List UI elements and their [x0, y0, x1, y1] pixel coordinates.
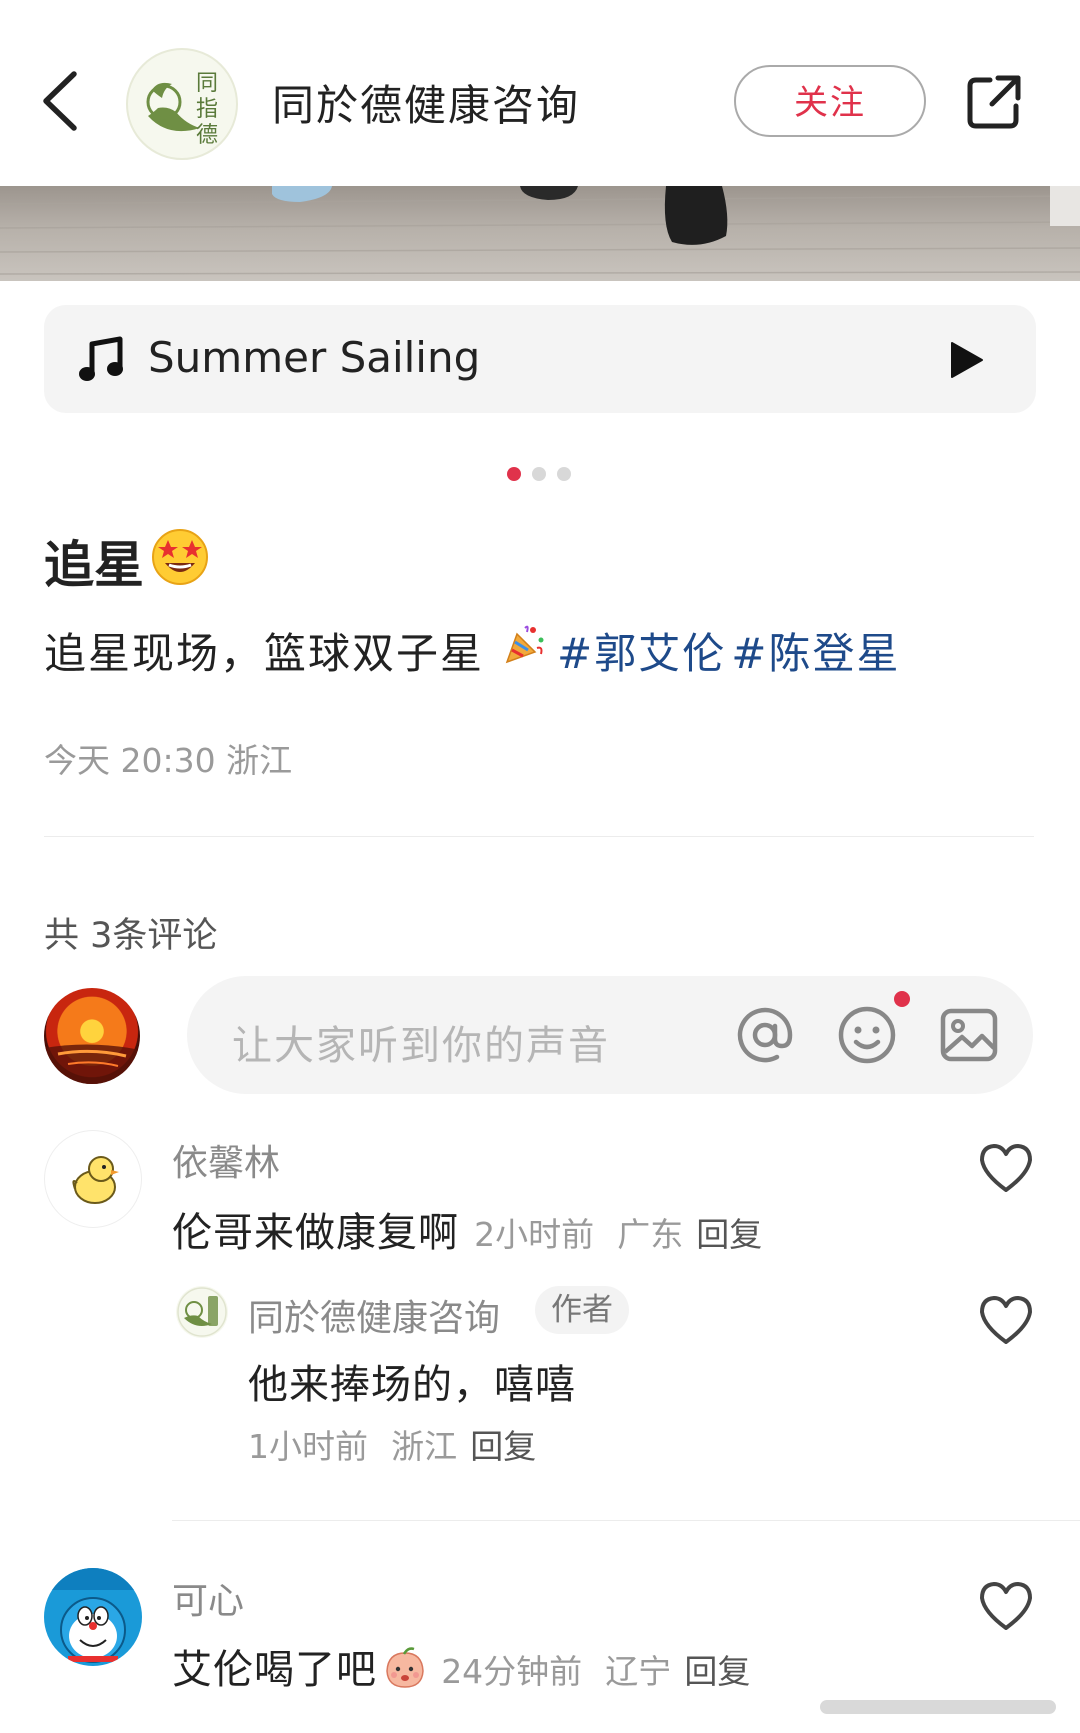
- divider: [44, 836, 1034, 837]
- account-name[interactable]: 同於德健康咨询: [272, 72, 580, 133]
- home-indicator: [820, 1700, 1056, 1714]
- svg-text:指: 指: [196, 97, 218, 122]
- peach-face-emoji-icon: [382, 1645, 428, 1691]
- reply-meta: 1小时前 浙江 回复: [248, 1420, 536, 1468]
- logo-emblem: 同 指 德: [132, 54, 232, 154]
- post-meta: 今天 20:30 浙江: [44, 741, 293, 780]
- reply-button[interactable]: 回复: [470, 1427, 536, 1466]
- like-button[interactable]: [978, 1142, 1034, 1194]
- image-button[interactable]: [938, 1004, 1000, 1066]
- chevron-left-icon: [43, 71, 77, 131]
- author-badge: 作者: [535, 1286, 629, 1334]
- hashtag-guo-ailun[interactable]: #郭艾伦: [557, 629, 726, 678]
- reply-button[interactable]: 回复: [696, 1215, 762, 1254]
- carousel-dot-1[interactable]: [507, 467, 521, 481]
- post-title: 追星: [44, 536, 144, 594]
- comment-time: 24分钟前: [441, 1652, 583, 1691]
- emoji-button[interactable]: [836, 1004, 898, 1066]
- hashtag-list: #郭艾伦 #陈登星: [557, 620, 901, 681]
- reply-avatar[interactable]: [176, 1286, 228, 1338]
- music-title: Summer Sailing: [148, 333, 481, 382]
- comment-text: 伦哥来做康复啊: [172, 1210, 459, 1256]
- notification-dot: [894, 991, 910, 1007]
- account-logo-avatar[interactable]: 同 指 德: [126, 48, 238, 160]
- svg-text:德: 德: [196, 123, 218, 148]
- chick-avatar-image: [72, 1156, 119, 1204]
- comment-location: 广东: [617, 1215, 684, 1254]
- image-icon: [940, 1008, 998, 1062]
- comment-location: 辽宁: [605, 1652, 672, 1691]
- carousel-dot-3[interactable]: [557, 467, 571, 481]
- heart-icon: [980, 1582, 1032, 1630]
- post-image[interactable]: [0, 186, 1080, 281]
- cat-robot-avatar-image: [44, 1568, 142, 1663]
- carousel-dot-2[interactable]: [532, 467, 546, 481]
- smiley-icon: [838, 1006, 896, 1064]
- logo-lettering: 同: [196, 71, 218, 96]
- play-button[interactable]: [948, 340, 986, 380]
- account-logo-small: [177, 1287, 227, 1337]
- comment-count: 共 3条评论: [44, 916, 218, 956]
- post-body-text: 追星现场，篮球双子星: [44, 629, 485, 678]
- reply-time: 1小时前: [248, 1427, 368, 1466]
- comment-username[interactable]: 可心: [172, 1572, 244, 1624]
- hashtag-chen-dengxing[interactable]: #陈登星: [731, 629, 900, 678]
- divider: [172, 1520, 1080, 1521]
- comment-text: 艾伦喝了吧: [172, 1647, 377, 1693]
- like-button[interactable]: [978, 1580, 1034, 1632]
- sunset-avatar-image: [44, 1044, 140, 1084]
- back-button[interactable]: [36, 66, 86, 136]
- comment-body: 艾伦喝了吧 24分钟前 辽宁 回复: [172, 1637, 750, 1695]
- reply-location: 浙江: [391, 1427, 458, 1466]
- reply-text: 他来捧场的，嘻嘻: [248, 1362, 576, 1408]
- share-external-icon: [967, 75, 1021, 129]
- follow-button[interactable]: 关注: [734, 65, 926, 137]
- heart-icon: [980, 1296, 1032, 1344]
- share-button[interactable]: [962, 72, 1024, 134]
- play-icon: [951, 342, 983, 378]
- comment-body: 伦哥来做康复啊 2小时前 广东 回复: [172, 1200, 762, 1258]
- comment-input-placeholder: 让大家听到你的声音: [232, 1023, 610, 1069]
- floor-photo: [0, 186, 1080, 275]
- comment-username[interactable]: 依馨林: [172, 1134, 280, 1186]
- heart-icon: [980, 1144, 1032, 1192]
- music-note-icon: [76, 336, 126, 386]
- mention-button[interactable]: [734, 1004, 796, 1066]
- party-popper-icon: [503, 622, 547, 666]
- reply-button[interactable]: 回复: [684, 1652, 750, 1691]
- commenter-avatar[interactable]: [44, 1568, 142, 1666]
- commenter-avatar[interactable]: [44, 1130, 142, 1228]
- star-eyes-emoji-icon: [150, 527, 210, 587]
- like-button[interactable]: [978, 1294, 1034, 1346]
- my-avatar[interactable]: [44, 988, 140, 1084]
- post-body: 追星现场，篮球双子星: [44, 620, 484, 681]
- comment-time: 2小时前: [474, 1215, 595, 1254]
- reply-username[interactable]: 同於德健康咨询: [248, 1289, 500, 1341]
- at-mention-icon: [737, 1007, 793, 1063]
